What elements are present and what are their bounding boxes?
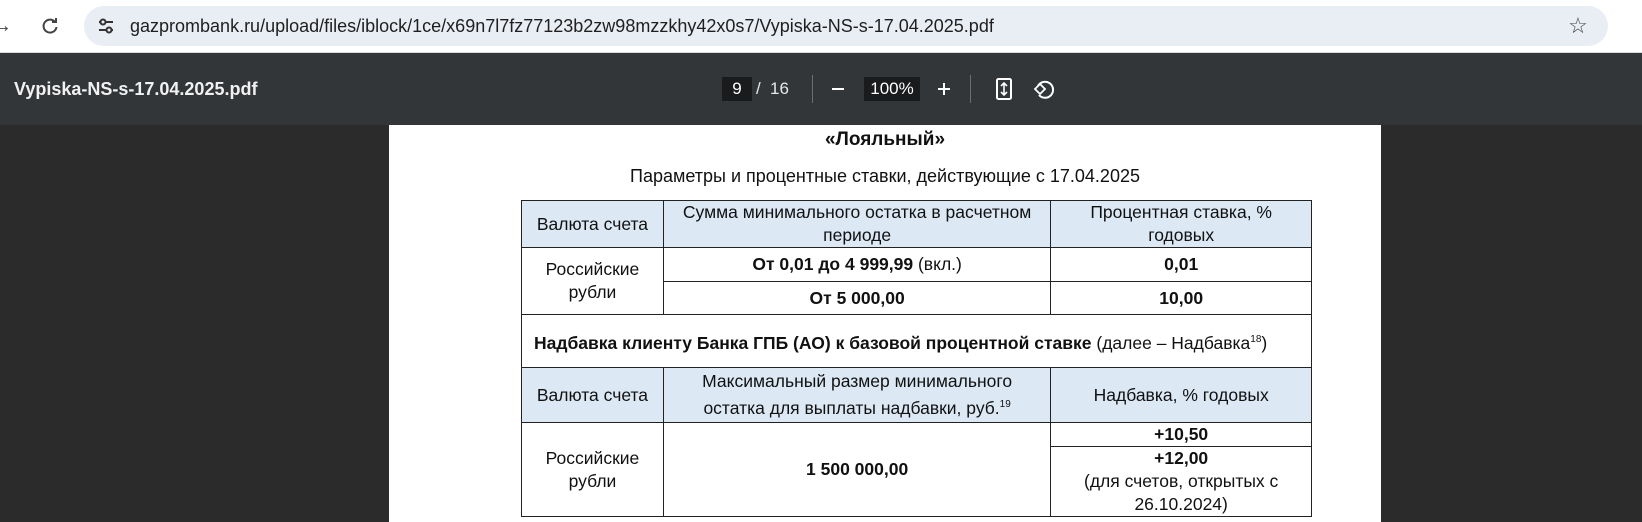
rates-table: Валюта счета Сумма минимального остатка …	[521, 200, 1312, 517]
browser-address-bar: → gazprombank.ru/upload/files/iblock/1ce…	[0, 0, 1642, 53]
bonus-title-row: Надбавка клиенту Банка ГПБ (АО) к базово…	[521, 314, 1312, 368]
document-title: «Лояльный»	[824, 129, 946, 150]
table2-max-balance-cell: 1 500 000,00	[662, 422, 1052, 517]
pdf-viewer[interactable]: «Лояльный» Параметры и процентные ставки…	[0, 125, 1642, 522]
table2-header-bonus: Надбавка, % годовых	[1050, 367, 1312, 423]
rotate-icon[interactable]	[1028, 73, 1060, 105]
table2-header-max-balance: Максимальный размер минимального остатка…	[662, 367, 1052, 423]
table2-footnote-ref: 19	[999, 399, 1011, 411]
forward-icon[interactable]: →	[0, 12, 16, 40]
reload-icon[interactable]	[36, 12, 64, 40]
bonus-title-close: )	[1261, 332, 1268, 353]
table1-header-rate: Процентная ставка, % годовых	[1050, 200, 1312, 248]
table1-amount-value: От 5 000,00	[809, 287, 905, 308]
page-number-input[interactable]: 9	[722, 77, 752, 101]
zoom-in-button[interactable]	[928, 73, 960, 105]
table2-header-currency: Валюта счета	[521, 367, 664, 423]
bonus-title-bold: Надбавка клиенту Банка ГПБ (АО) к базово…	[534, 332, 1092, 353]
toolbar-divider	[812, 75, 813, 103]
table1-header-amount: Сумма минимального остатка в расчетном п…	[662, 200, 1052, 248]
page-total: 16	[770, 79, 789, 98]
fit-page-icon[interactable]	[988, 73, 1020, 105]
table1-rate-cell: 0,01	[1050, 247, 1312, 282]
zoom-level-input[interactable]: 100%	[864, 77, 920, 101]
table1-amount-cell: От 0,01 до 4 999,99 (вкл.)	[662, 247, 1052, 282]
pdf-toolbar: Vypiska-NS-s-17.04.2025.pdf 9 / 16 100%	[0, 53, 1642, 125]
url-omnibox[interactable]: gazprombank.ru/upload/files/iblock/1ce/x…	[84, 6, 1608, 46]
toolbar-divider	[970, 75, 971, 103]
table1-header-currency: Валюта счета	[521, 200, 664, 248]
zoom-out-button[interactable]	[822, 73, 854, 105]
table1-currency-cell: Российские рубли	[521, 247, 664, 315]
bonus-footnote-ref: 18	[1250, 333, 1262, 345]
table2-bonus-note: (для счетов, открытых с 26.10.2024)	[1084, 471, 1279, 514]
table2-currency-cell: Российские рубли	[521, 422, 664, 517]
table1-amount-note: (вкл.)	[913, 254, 962, 274]
bookmark-star-icon[interactable]: ☆	[1564, 12, 1592, 40]
site-info-icon[interactable]	[92, 12, 120, 40]
table2-header-max-balance-text: Максимальный размер минимального остатка…	[702, 371, 1013, 418]
pdf-filename: Vypiska-NS-s-17.04.2025.pdf	[14, 79, 258, 99]
table1-amount-value: От 0,01 до 4 999,99	[752, 254, 914, 274]
table2-bonus-cell: +10,50	[1050, 422, 1312, 447]
table2-bonus-value: +12,00	[1154, 448, 1209, 468]
url-text[interactable]: gazprombank.ru/upload/files/iblock/1ce/x…	[130, 16, 994, 37]
table1-rate-cell: 10,00	[1050, 281, 1312, 315]
table1-amount-cell: От 5 000,00	[662, 281, 1052, 315]
page-separator: /	[756, 79, 761, 98]
document-subtitle: Параметры и процентные ставки, действующ…	[630, 166, 1140, 186]
bonus-title-rest: (далее – Надбавка	[1091, 332, 1251, 353]
table2-bonus-cell: +12,00 (для счетов, открытых с 26.10.2024…	[1050, 446, 1312, 517]
pdf-page: «Лояльный» Параметры и процентные ставки…	[389, 125, 1381, 522]
